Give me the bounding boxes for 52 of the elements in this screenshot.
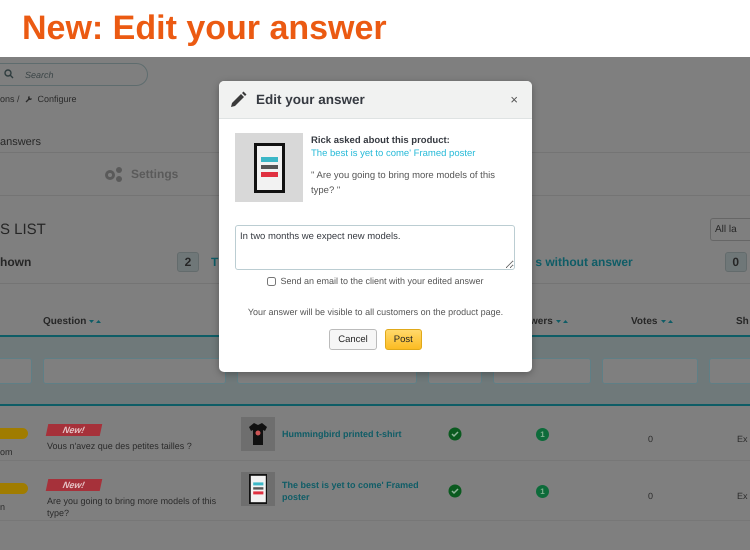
email-checkbox[interactable] — [267, 276, 276, 286]
filter-field[interactable] — [602, 358, 698, 384]
visibility-note: Your answer will be visible to all customers on the product page. — [246, 307, 504, 317]
sort-icon[interactable] — [660, 318, 672, 324]
t-shirt-drawing — [248, 422, 268, 446]
section-title: S LIST — [0, 220, 46, 238]
sort-icon[interactable] — [89, 318, 102, 324]
column-header: Sh — [736, 316, 749, 327]
email-option-label: Send an email to the client with your edited answer — [280, 276, 484, 286]
shown-text: Ex — [737, 491, 748, 501]
pencil-icon — [229, 90, 247, 108]
cancel-button[interactable]: Cancel — [329, 329, 377, 350]
language-select[interactable]: All la — [710, 218, 750, 240]
breadcrumb-link[interactable]: Configure — [38, 94, 77, 104]
stat-link[interactable]: s without answer — [535, 254, 633, 268]
answers-tab[interactable]: answers — [0, 136, 41, 148]
post-button[interactable]: Post — [384, 329, 422, 350]
close-button[interactable]: × — [510, 92, 518, 107]
asker-text: Rick asked about this product: — [311, 135, 451, 146]
breadcrumb-link[interactable]: ons / — [0, 94, 20, 104]
stat-label: hown — [0, 254, 32, 268]
answers-count: 1 — [536, 485, 549, 498]
count-badge: 0 — [724, 252, 747, 272]
product-link[interactable]: Hummingbird printed t-shirt — [282, 428, 432, 440]
wrench-icon — [24, 95, 33, 103]
votes-count: 0 — [648, 491, 654, 501]
column-header: Votes — [631, 316, 658, 327]
framed-poster-drawing — [254, 142, 284, 192]
gears-icon — [102, 165, 124, 183]
product-link[interactable]: The best is yet to come' Framed poster — [311, 148, 516, 159]
question-text: Are you going to bring more models of this type? — [47, 495, 218, 519]
search-field[interactable]: Search — [0, 63, 148, 86]
count-badge: 2 — [177, 252, 199, 272]
shown-text: Ex — [737, 434, 748, 444]
product-link[interactable]: The best is yet to come' Framed poster — [282, 479, 432, 503]
new-badge: New! — [46, 479, 102, 491]
sort-icon[interactable] — [556, 318, 568, 324]
answers-count: 1 — [536, 428, 549, 441]
new-badge: New! — [46, 424, 102, 436]
search-icon — [4, 69, 14, 79]
filter-field[interactable] — [43, 358, 226, 384]
customer-text: n — [0, 502, 6, 512]
banner-title: New: Edit your answer — [22, 9, 387, 48]
votes-count: 0 — [648, 434, 654, 444]
framed-poster-drawing — [248, 474, 268, 504]
question-text: Vous n'avez que des petites tailles ? — [47, 440, 193, 452]
column-header: Question — [43, 316, 86, 327]
customer-text: om — [0, 447, 13, 457]
stat-link[interactable]: T — [211, 254, 218, 268]
answer-field[interactable]: In two months we expect new models. — [235, 225, 515, 270]
question-quote: " Are you going to bring more models of this type? " — [311, 169, 496, 198]
dialog-title: Edit your answer — [256, 92, 366, 107]
